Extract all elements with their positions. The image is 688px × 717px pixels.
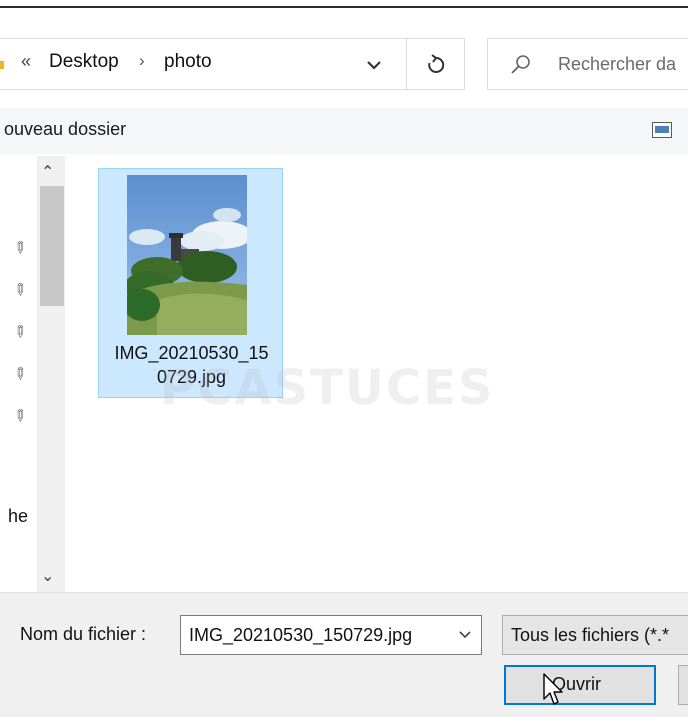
file-type-value: Tous les fichiers (*.* — [511, 625, 670, 645]
new-folder-button[interactable]: ouveau dossier — [4, 119, 126, 140]
file-name-label: Nom du fichier : — [20, 624, 147, 644]
search-box[interactable]: Rechercher da — [487, 38, 688, 90]
pin-icon: ✎ — [8, 405, 31, 428]
scroll-up-icon[interactable]: ⌃ — [41, 162, 54, 182]
pin-icon: ✎ — [8, 363, 31, 386]
command-bar: ouveau dossier — [0, 108, 688, 154]
address-dropdown-icon[interactable] — [359, 49, 389, 79]
pin-icon: ✎ — [8, 237, 31, 260]
overflow-chevron-icon[interactable]: « — [21, 51, 31, 72]
nav-item-label[interactable]: he — [8, 506, 28, 527]
address-bar-row: « Desktop › photo Rechercher da — [0, 10, 688, 108]
nav-scrollbar-thumb[interactable] — [40, 186, 64, 306]
cancel-button[interactable] — [678, 665, 688, 705]
mouse-pointer-icon — [543, 673, 563, 705]
scroll-down-icon[interactable]: ⌄ — [41, 566, 54, 586]
file-name-combobox[interactable]: IMG_20210530_150729.jpg — [180, 615, 482, 655]
pin-icon: ✎ — [8, 321, 31, 344]
address-bar[interactable]: « Desktop › photo — [0, 38, 407, 90]
search-placeholder: Rechercher da — [558, 54, 677, 74]
view-options-icon[interactable] — [652, 122, 672, 138]
breadcrumb-photo[interactable]: photo — [164, 51, 212, 73]
open-button[interactable]: Ouvrir — [504, 665, 656, 705]
search-icon — [511, 55, 530, 74]
folder-icon — [0, 61, 4, 69]
chevron-down-icon[interactable] — [455, 624, 475, 644]
file-type-select[interactable]: Tous les fichiers (*.* — [502, 615, 688, 655]
image-thumbnail — [127, 175, 247, 335]
breadcrumb-separator-icon[interactable]: › — [139, 51, 145, 71]
navigation-pane: ✎ ✎ ✎ ✎ ✎ he ⌃ ⌄ — [0, 156, 66, 592]
file-name-input[interactable]: IMG_20210530_150729.jpg — [189, 625, 412, 646]
pin-icon: ✎ — [8, 279, 31, 302]
refresh-icon — [428, 54, 445, 73]
watermark-logo: PCASTUCES — [160, 360, 495, 416]
window-top-border — [0, 0, 688, 8]
breadcrumb-desktop[interactable]: Desktop — [49, 51, 119, 73]
refresh-button[interactable] — [407, 38, 465, 90]
dialog-footer: Nom du fichier : IMG_20210530_150729.jpg… — [0, 592, 688, 717]
